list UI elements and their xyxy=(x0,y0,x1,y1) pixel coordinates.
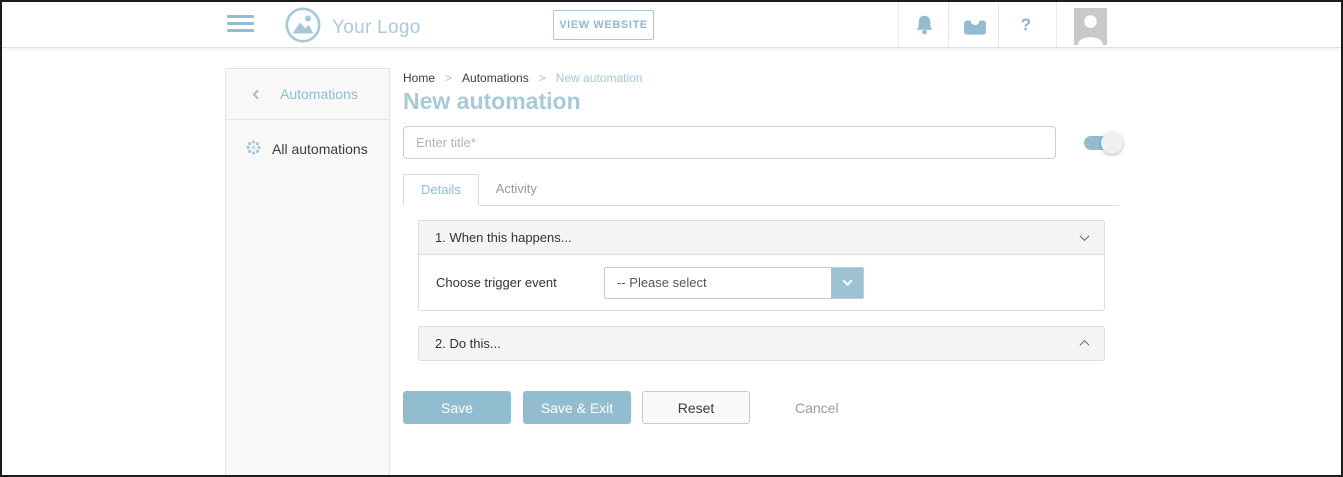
toggle-knob xyxy=(1101,132,1123,154)
tab-content: 1. When this happens... Choose trigger e… xyxy=(403,206,1119,361)
sidebar-item-all-automations[interactable]: All automations xyxy=(226,131,389,167)
sidebar-item-label: All automations xyxy=(272,141,368,157)
select-value: -- Please select xyxy=(605,268,831,298)
section-when-this-happens[interactable]: 1. When this happens... xyxy=(418,220,1105,255)
header-divider xyxy=(948,2,949,47)
hamburger-menu-icon[interactable] xyxy=(227,15,254,36)
logo-image-icon xyxy=(284,6,322,49)
header-divider xyxy=(1056,2,1057,47)
section-title: 2. Do this... xyxy=(435,336,501,351)
sidebar-title: Automations xyxy=(280,86,358,102)
select-dropdown-button[interactable] xyxy=(831,268,863,298)
tab-bar: Details Activity xyxy=(403,174,1119,206)
chevron-down-icon xyxy=(1080,231,1090,241)
sidebar-back-automations[interactable]: Automations xyxy=(226,69,389,120)
breadcrumb-separator: > xyxy=(445,71,452,85)
chevron-up-icon xyxy=(1080,340,1090,350)
automation-icon xyxy=(244,138,263,160)
header-divider xyxy=(998,2,999,47)
view-website-button[interactable]: VIEW WEBSITE xyxy=(553,10,654,40)
app-window: Your Logo VIEW WEBSITE ? xyxy=(0,0,1343,477)
trigger-label: Choose trigger event xyxy=(436,275,604,290)
breadcrumb-separator: > xyxy=(539,71,546,85)
section-title: 1. When this happens... xyxy=(435,230,572,245)
top-header: Your Logo VIEW WEBSITE ? xyxy=(2,2,1341,48)
breadcrumb-automations[interactable]: Automations xyxy=(462,71,529,85)
section-do-this[interactable]: 2. Do this... xyxy=(418,326,1105,361)
header-divider xyxy=(898,2,899,47)
chevron-left-icon xyxy=(253,89,263,99)
page-title: New automation xyxy=(403,88,1119,115)
breadcrumb: Home > Automations > New automation xyxy=(403,71,1119,85)
help-icon[interactable]: ? xyxy=(1012,11,1040,39)
trigger-panel: Choose trigger event -- Please select xyxy=(418,255,1105,311)
reset-button[interactable]: Reset xyxy=(642,391,750,424)
user-avatar[interactable] xyxy=(1074,8,1107,45)
form-actions: Save Save & Exit Reset Cancel xyxy=(403,391,1119,424)
breadcrumb-home[interactable]: Home xyxy=(403,71,435,85)
notifications-bell-icon[interactable] xyxy=(910,11,938,39)
chevron-down-icon xyxy=(842,276,852,286)
main-content: Home > Automations > New automation New … xyxy=(403,48,1119,424)
sidebar: Automations All automations xyxy=(225,68,390,475)
inbox-icon[interactable] xyxy=(961,13,989,41)
save-button[interactable]: Save xyxy=(403,391,511,424)
cancel-link[interactable]: Cancel xyxy=(795,400,839,416)
logo-text: Your Logo xyxy=(332,17,421,39)
active-toggle[interactable] xyxy=(1084,132,1118,154)
title-row xyxy=(403,126,1119,159)
logo[interactable]: Your Logo xyxy=(284,6,421,49)
breadcrumb-current: New automation xyxy=(556,71,643,85)
trigger-event-select[interactable]: -- Please select xyxy=(604,267,864,299)
tab-details[interactable]: Details xyxy=(403,174,479,206)
tab-activity[interactable]: Activity xyxy=(479,174,554,205)
save-and-exit-button[interactable]: Save & Exit xyxy=(523,391,631,424)
title-input[interactable] xyxy=(403,126,1056,159)
